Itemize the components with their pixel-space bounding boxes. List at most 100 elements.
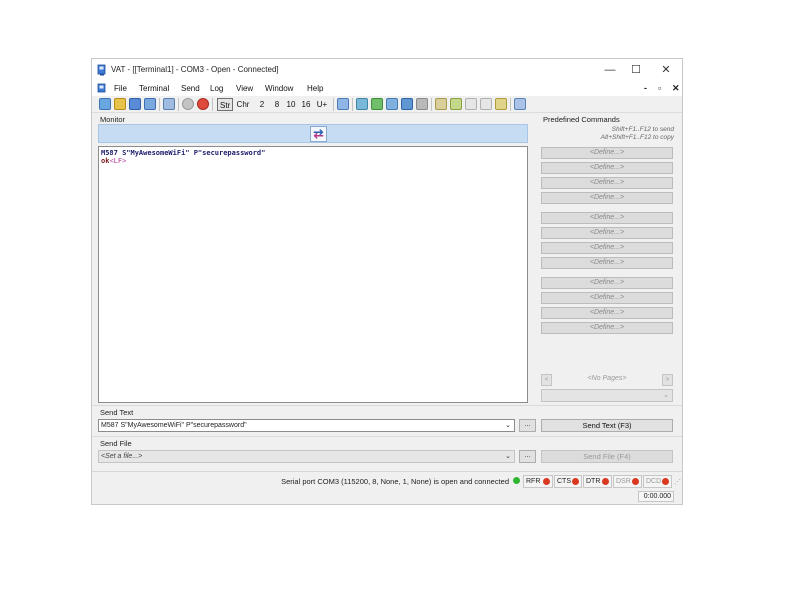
print-icon[interactable] bbox=[416, 98, 428, 110]
mode-chr-button[interactable]: Chr bbox=[235, 98, 251, 111]
copy-icon[interactable] bbox=[465, 98, 477, 110]
base-unicode-button[interactable]: U+ bbox=[315, 98, 329, 111]
find-icon[interactable] bbox=[495, 98, 507, 110]
page-navigator: < <No Pages> > bbox=[541, 374, 673, 386]
toolbar: Str Chr 2 8 10 16 U+ bbox=[92, 96, 682, 113]
monitor-output[interactable]: M587 S"MyAwesomeWiFi" P"securepassword" … bbox=[98, 146, 528, 403]
define-command-10[interactable]: <Define...> bbox=[541, 292, 673, 304]
close-button[interactable]: ✕ bbox=[653, 62, 679, 78]
chevron-down-icon: ⌄ bbox=[505, 422, 511, 429]
define-command-8[interactable]: <Define...> bbox=[541, 257, 673, 269]
define-command-4[interactable]: <Define...> bbox=[541, 192, 673, 204]
paste-icon[interactable] bbox=[480, 98, 492, 110]
define-command-1[interactable]: <Define...> bbox=[541, 147, 673, 159]
monitor-label: Monitor bbox=[100, 115, 126, 124]
define-command-11[interactable]: <Define...> bbox=[541, 307, 673, 319]
send-terminal-icon[interactable] bbox=[337, 98, 349, 110]
monitor-line-received: ok<LF> bbox=[101, 157, 126, 165]
timer-bar: 0:00.000 bbox=[92, 489, 682, 504]
next-page-button[interactable]: > bbox=[662, 374, 673, 386]
response-linefeed: <LF> bbox=[109, 157, 127, 165]
base-16-button[interactable]: 16 bbox=[300, 98, 312, 111]
dsr-led-icon bbox=[632, 478, 639, 485]
chevron-down-icon: ⌄ bbox=[663, 392, 669, 399]
base-8-button[interactable]: 8 bbox=[272, 98, 282, 111]
minimize-button[interactable]: — bbox=[597, 62, 623, 78]
menu-log[interactable]: Log bbox=[210, 84, 223, 93]
resize-grip-icon[interactable]: ⋰ bbox=[674, 478, 681, 486]
dcd-indicator: DCD bbox=[643, 475, 672, 488]
terminal-settings-icon[interactable] bbox=[163, 98, 175, 110]
menu-terminal[interactable]: Terminal bbox=[139, 84, 169, 93]
menu-help[interactable]: Help bbox=[307, 84, 323, 93]
define-command-12[interactable]: <Define...> bbox=[541, 322, 673, 334]
cts-led-icon bbox=[572, 478, 579, 485]
menu-window[interactable]: Window bbox=[265, 84, 293, 93]
connected-led-icon bbox=[513, 477, 520, 484]
send-file-input[interactable]: <Set a file...> ⌄ bbox=[98, 450, 515, 463]
send-text-label: Send Text bbox=[100, 408, 134, 417]
connection-status-text: Serial port COM3 (115200, 8, None, 1, No… bbox=[281, 477, 509, 486]
send-text-value: M587 S"MyAwesomeWiFi" P"securepassword" bbox=[101, 422, 247, 429]
disconnect-icon[interactable] bbox=[197, 98, 209, 110]
dcd-led-icon bbox=[662, 478, 669, 485]
define-command-9[interactable]: <Define...> bbox=[541, 277, 673, 289]
dtr-indicator[interactable]: DTR bbox=[583, 475, 612, 488]
connect-icon[interactable] bbox=[182, 98, 194, 110]
dsr-indicator: DSR bbox=[613, 475, 642, 488]
base-10-button[interactable]: 10 bbox=[285, 98, 297, 111]
window-title: VAT - [[Terminal1] - COM3 - Open - Conne… bbox=[111, 65, 279, 74]
monitor-line-sent: M587 S"MyAwesomeWiFi" P"securepassword" bbox=[101, 149, 266, 157]
open-folder-icon[interactable] bbox=[114, 98, 126, 110]
log-stop-icon[interactable] bbox=[401, 98, 413, 110]
log-start-icon[interactable] bbox=[371, 98, 383, 110]
predefined-commands-label: Predefined Commands bbox=[543, 115, 620, 124]
rfr-led-icon bbox=[543, 478, 550, 485]
send-file-label: Send File bbox=[100, 439, 132, 448]
new-terminal-icon[interactable] bbox=[99, 98, 111, 110]
rfr-indicator[interactable]: RFR bbox=[523, 475, 553, 488]
mdi-minimize-button[interactable]: - bbox=[644, 83, 647, 94]
send-file-button[interactable]: Send File (F4) bbox=[541, 450, 673, 463]
chevron-down-icon: ⌄ bbox=[505, 453, 511, 460]
save-icon[interactable] bbox=[129, 98, 141, 110]
page-select[interactable]: ⌄ bbox=[541, 389, 673, 402]
define-command-3[interactable]: <Define...> bbox=[541, 177, 673, 189]
prev-page-button[interactable]: < bbox=[541, 374, 552, 386]
terminal-document-icon[interactable] bbox=[97, 83, 107, 94]
send-file-placeholder: <Set a file...> bbox=[101, 453, 143, 460]
log-view-icon[interactable] bbox=[356, 98, 368, 110]
menu-file[interactable]: File bbox=[114, 84, 127, 93]
define-command-7[interactable]: <Define...> bbox=[541, 242, 673, 254]
maximize-button[interactable]: ☐ bbox=[623, 62, 649, 78]
define-command-2[interactable]: <Define...> bbox=[541, 162, 673, 174]
menu-bar: File Terminal Send Log View Window Help … bbox=[92, 81, 682, 96]
title-bar: VAT - [[Terminal1] - COM3 - Open - Conne… bbox=[92, 59, 682, 81]
mdi-restore-button[interactable]: ▫ bbox=[658, 83, 661, 94]
mode-str-button[interactable]: Str bbox=[217, 98, 233, 111]
save-all-icon[interactable] bbox=[144, 98, 156, 110]
check-icon[interactable] bbox=[450, 98, 462, 110]
format-icon[interactable] bbox=[514, 98, 526, 110]
swap-direction-icon[interactable] bbox=[310, 126, 327, 142]
mdi-close-button[interactable]: ✕ bbox=[672, 83, 680, 94]
send-shortcut-hint: Shift+F1..F12 to send bbox=[611, 126, 674, 133]
base-2-button[interactable]: 2 bbox=[257, 98, 267, 111]
elapsed-timer: 0:00.000 bbox=[638, 491, 674, 502]
menu-view[interactable]: View bbox=[236, 84, 253, 93]
log-pause-icon[interactable] bbox=[386, 98, 398, 110]
edit-icon[interactable] bbox=[435, 98, 447, 110]
copy-shortcut-hint: Alt+Shift+F1..F12 to copy bbox=[600, 134, 674, 141]
send-text-input[interactable]: M587 S"MyAwesomeWiFi" P"securepassword" … bbox=[98, 419, 515, 432]
menu-send[interactable]: Send bbox=[181, 84, 200, 93]
no-pages-label: <No Pages> bbox=[587, 375, 627, 382]
app-window: VAT - [[Terminal1] - COM3 - Open - Conne… bbox=[91, 58, 683, 505]
dtr-led-icon bbox=[602, 478, 609, 485]
status-bar: Serial port COM3 (115200, 8, None, 1, No… bbox=[92, 471, 682, 489]
send-text-button[interactable]: Send Text (F3) bbox=[541, 419, 673, 432]
browse-file-button[interactable]: ... bbox=[519, 450, 536, 463]
define-command-5[interactable]: <Define...> bbox=[541, 212, 673, 224]
define-command-6[interactable]: <Define...> bbox=[541, 227, 673, 239]
send-text-history-button[interactable]: ... bbox=[519, 419, 536, 432]
cts-indicator: CTS bbox=[554, 475, 582, 488]
